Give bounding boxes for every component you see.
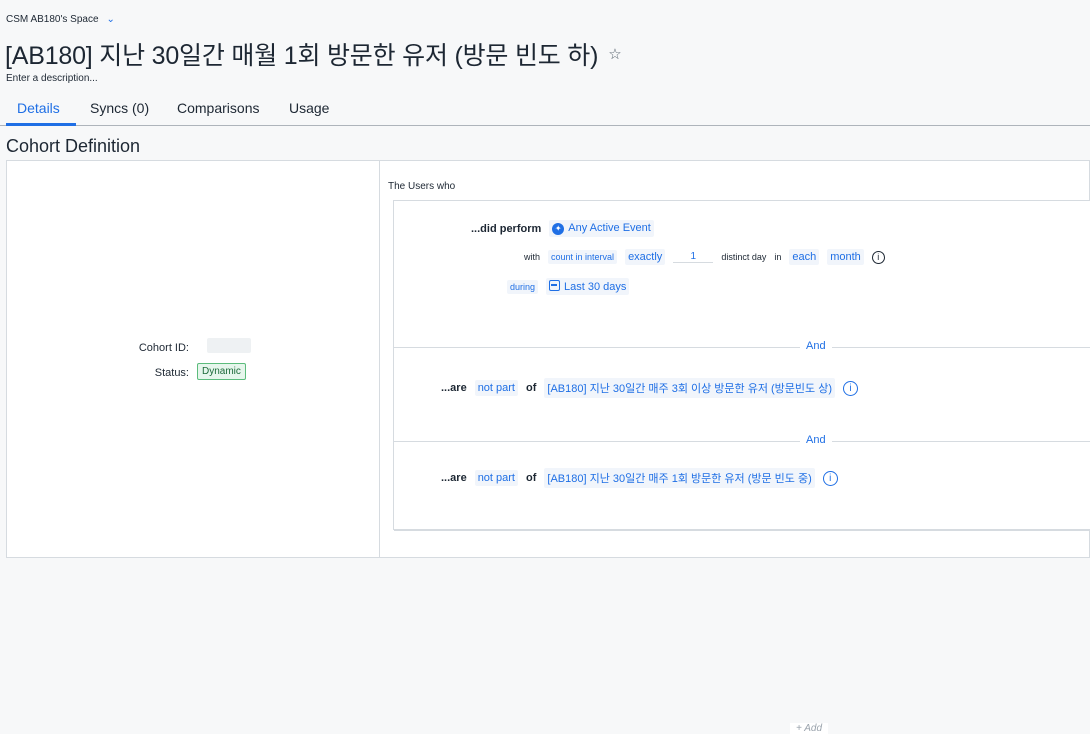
did-perform-keyword: ...did perform xyxy=(471,222,542,235)
rule-box: ...did perform ✦ Any Active Event with co… xyxy=(393,200,1090,734)
status-badge: Dynamic xyxy=(197,363,246,380)
event-icon: ✦ xyxy=(552,223,565,235)
cohort-id-label: Cohort ID: xyxy=(138,342,189,354)
tab-syncs[interactable]: Syncs (0) xyxy=(90,100,149,116)
tab-comparisons[interactable]: Comparisons xyxy=(177,100,259,116)
distinct-label: distinct day xyxy=(721,252,767,262)
exclusion-row-2: ...are not part of [AB180] 지난 30일간 매주 1회… xyxy=(441,468,838,488)
cohort-selector[interactable]: [AB180] 지난 30일간 매주 3회 이상 방문한 유저 (방문빈도 상) xyxy=(544,378,835,398)
interval-selector[interactable]: month xyxy=(827,249,864,265)
description-field[interactable]: Enter a description... xyxy=(6,73,98,84)
of-label: of xyxy=(526,382,537,394)
are-keyword: ...are xyxy=(441,472,467,484)
event-selector[interactable]: ✦ Any Active Event xyxy=(549,220,654,237)
of-label: of xyxy=(526,472,537,484)
tab-bar: Details Syncs (0) Comparisons Usage xyxy=(0,96,1090,126)
cohort-meta-panel: Cohort ID: Status: Dynamic xyxy=(7,161,380,557)
with-label: with xyxy=(524,252,541,262)
tab-details[interactable]: Details xyxy=(17,100,60,116)
in-label: in xyxy=(774,252,782,262)
calendar-icon xyxy=(549,280,561,291)
did-perform-row: ...did perform ✦ Any Active Event xyxy=(471,220,654,237)
operator-selector[interactable]: exactly xyxy=(625,249,666,265)
star-icon[interactable]: ☆ xyxy=(608,45,621,63)
info-icon[interactable]: i xyxy=(822,470,838,486)
and-connector-1[interactable]: And xyxy=(800,340,832,352)
each-selector[interactable]: each xyxy=(789,249,820,265)
count-input[interactable]: 1 xyxy=(673,251,714,263)
are-keyword: ...are xyxy=(441,382,467,394)
chevron-down-icon[interactable]: ⌄ xyxy=(107,14,115,25)
rules-heading: The Users who xyxy=(388,181,456,192)
membership-selector[interactable]: not part xyxy=(474,380,518,396)
add-rule-button[interactable]: + Add xyxy=(790,723,829,734)
cohort-id-value xyxy=(207,338,251,353)
during-selector[interactable]: during xyxy=(507,279,539,294)
active-tab-indicator xyxy=(6,123,76,126)
count-mode-selector[interactable]: count in interval xyxy=(548,250,618,264)
info-icon[interactable]: i xyxy=(843,380,858,396)
info-icon[interactable]: i xyxy=(871,250,885,264)
and-divider-1 xyxy=(394,347,1090,348)
exclusion-row-1: ...are not part of [AB180] 지난 30일간 매주 3회… xyxy=(441,378,858,398)
add-divider xyxy=(394,530,1090,531)
event-label: Any Active Event xyxy=(568,222,651,234)
cohort-title[interactable]: [AB180] 지난 30일간 매월 1회 방문한 유저 (방문 빈도 하) xyxy=(5,36,598,72)
and-connector-2[interactable]: And xyxy=(800,434,832,446)
and-divider-2 xyxy=(394,441,1090,442)
space-selector[interactable]: CSM AB180's Space ⌄ xyxy=(6,14,115,25)
membership-selector[interactable]: not part xyxy=(474,470,518,486)
during-row: during Last 30 days xyxy=(507,278,630,295)
status-label: Status: xyxy=(154,367,189,379)
date-range-selector[interactable]: Last 30 days xyxy=(546,278,630,295)
space-label: CSM AB180's Space xyxy=(6,14,99,25)
section-title: Cohort Definition xyxy=(6,136,141,156)
tab-usage[interactable]: Usage xyxy=(289,100,329,116)
count-row: with count in interval exactly 1 distinc… xyxy=(524,249,885,265)
date-range-label: Last 30 days xyxy=(564,281,627,293)
page-title: [AB180] 지난 30일간 매월 1회 방문한 유저 (방문 빈도 하) ☆ xyxy=(5,36,622,72)
cohort-selector[interactable]: [AB180] 지난 30일간 매주 1회 방문한 유저 (방문 빈도 중) xyxy=(544,468,815,488)
